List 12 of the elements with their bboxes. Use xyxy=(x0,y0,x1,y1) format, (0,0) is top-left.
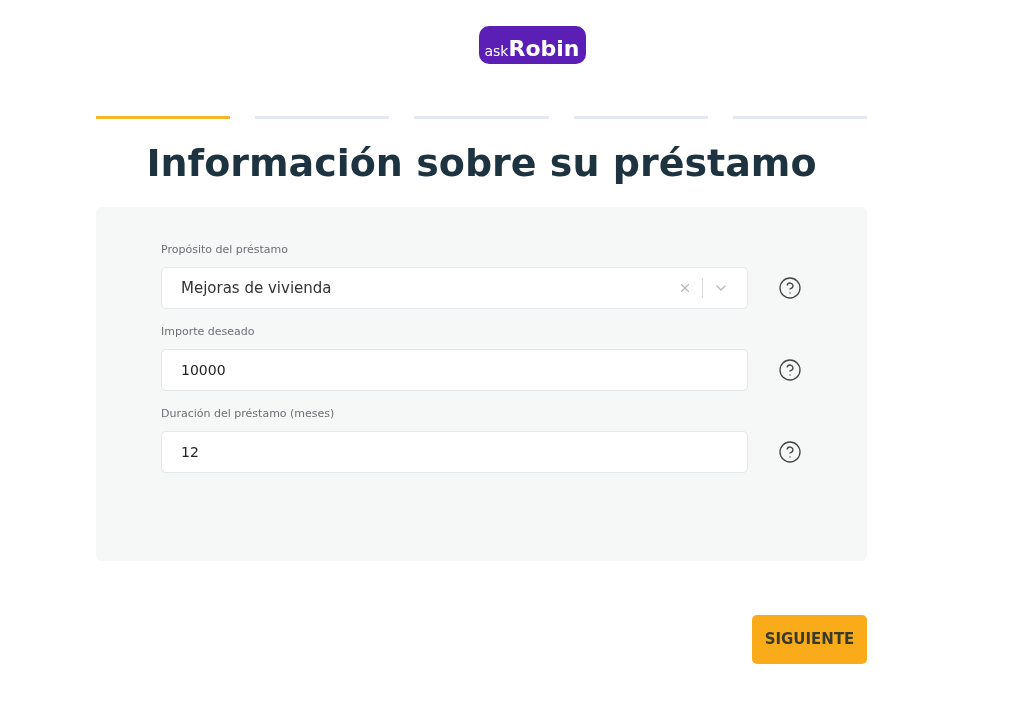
next-button[interactable]: SIGUIENTE xyxy=(752,615,867,664)
field-label: Duración del préstamo (meses) xyxy=(161,407,336,421)
field-label: Importe deseado xyxy=(161,325,256,339)
help-icon[interactable] xyxy=(778,276,802,300)
input-field[interactable]: 12 xyxy=(161,431,748,473)
logo-prefix: ask xyxy=(484,44,509,58)
logo-name: Robin xyxy=(508,38,580,60)
help-icon[interactable] xyxy=(778,358,802,382)
input-field[interactable]: 10000 xyxy=(161,349,748,391)
page-title: Información sobre su préstamo xyxy=(145,140,818,187)
help-icon[interactable] xyxy=(778,440,802,464)
field-label: Propósito del préstamo xyxy=(161,243,290,257)
